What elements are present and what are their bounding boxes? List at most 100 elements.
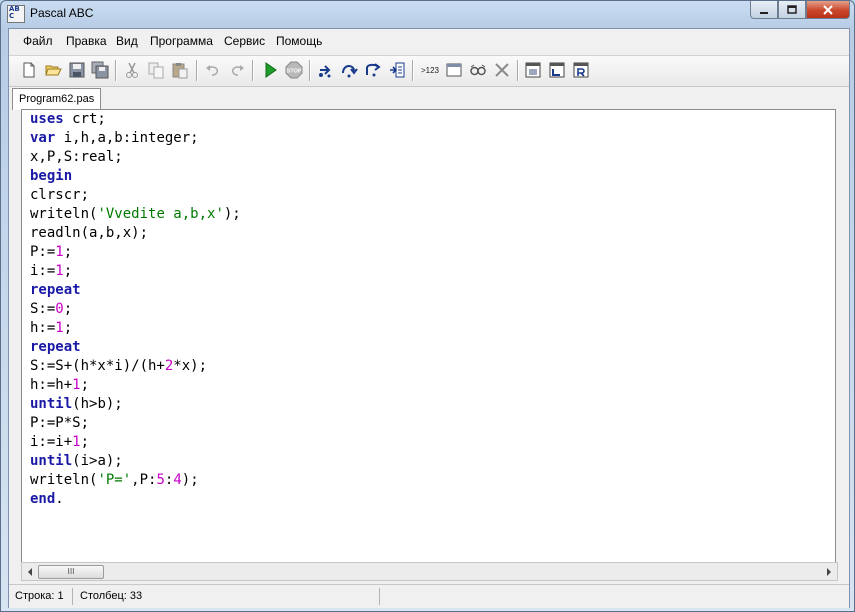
code-line[interactable]: S:=0;: [30, 300, 241, 319]
code-line[interactable]: readln(a,b,x);: [30, 224, 241, 243]
code-line[interactable]: clrscr;: [30, 186, 241, 205]
code-token: h:=: [30, 320, 56, 336]
scrollbar-thumb[interactable]: III: [38, 565, 104, 579]
redo-icon: [232, 65, 244, 76]
code-editor[interactable]: uses crt; var i,h,a,b:integer; x,P,S:real;…: [21, 109, 836, 564]
menu-view[interactable]: Вид: [116, 34, 138, 48]
code-token: P:=: [30, 244, 56, 260]
scroll-right-icon: [827, 567, 831, 576]
keyword-token: end: [30, 491, 56, 507]
code-token: S:=S+(h*x*i)/(h+: [30, 358, 165, 374]
maximize-icon: [787, 4, 797, 14]
toolbar: STOP >123: [9, 55, 849, 87]
code-line[interactable]: end.: [30, 490, 241, 509]
step-out-icon: [366, 63, 381, 77]
client-area: Файл Правка Вид Программа Сервис Помощь: [8, 28, 850, 608]
toolbar-separator: [517, 60, 519, 81]
menu-program[interactable]: Программа: [150, 34, 213, 48]
minimize-button[interactable]: [750, 1, 778, 19]
step-out-button[interactable]: [363, 60, 383, 80]
code-line[interactable]: var i,h,a,b:integer;: [30, 129, 241, 148]
code-line[interactable]: writeln('P=',P:5:4);: [30, 471, 241, 490]
cut-button[interactable]: [122, 60, 142, 80]
copy-button[interactable]: [146, 60, 166, 80]
code-line[interactable]: until(i>a);: [30, 452, 241, 471]
title-bar[interactable]: AB C Pascal ABC: [1, 1, 854, 27]
menu-service[interactable]: Сервис: [224, 34, 265, 48]
toolbar-separator: [115, 60, 117, 81]
step-into-icon: [319, 65, 331, 78]
menu-file[interactable]: Файл: [23, 34, 53, 48]
code-line[interactable]: repeat: [30, 338, 241, 357]
code-line[interactable]: writeln('Vvedite a,b,x');: [30, 205, 241, 224]
step-into-button[interactable]: [315, 60, 335, 80]
horizontal-scrollbar[interactable]: III: [21, 562, 838, 581]
keyword-token: uses: [30, 111, 64, 127]
code-line[interactable]: P:=1;: [30, 243, 241, 262]
code-line[interactable]: P:=P*S;: [30, 414, 241, 433]
locals-window-button[interactable]: [547, 60, 567, 80]
code-line[interactable]: S:=S+(h*x*i)/(h+2*x);: [30, 357, 241, 376]
code-line[interactable]: i:=i+1;: [30, 433, 241, 452]
code-token: ;: [80, 434, 90, 450]
code-line[interactable]: begin: [30, 167, 241, 186]
step-over-button[interactable]: [339, 60, 359, 80]
new-file-button[interactable]: [19, 60, 39, 80]
code-line[interactable]: uses crt;: [30, 110, 241, 129]
run-button[interactable]: [260, 60, 280, 80]
maximize-button[interactable]: [778, 1, 806, 19]
open-button[interactable]: [43, 60, 63, 80]
pascal-abc-app-icon[interactable]: AB C: [7, 5, 25, 23]
code-line[interactable]: until(h>b);: [30, 395, 241, 414]
new-file-icon: [23, 62, 35, 78]
scroll-left-button[interactable]: [22, 563, 38, 580]
code-line[interactable]: x,P,S:real;: [30, 148, 241, 167]
errors-window-button[interactable]: [571, 60, 591, 80]
keyword-token: begin: [30, 168, 73, 184]
run-to-cursor-button[interactable]: [387, 60, 407, 80]
watch-icon: [470, 64, 486, 76]
keyword-token: repeat: [30, 282, 81, 298]
number-token: 1: [55, 263, 64, 279]
save-all-button[interactable]: [90, 60, 110, 80]
close-button[interactable]: [806, 1, 850, 19]
code-line[interactable]: h:=h+1;: [30, 376, 241, 395]
cut-icon: [126, 62, 138, 78]
redo-button[interactable]: [227, 60, 247, 80]
menu-help[interactable]: Помощь: [276, 34, 322, 48]
keyword-token: var: [30, 130, 56, 146]
run-icon: [265, 62, 277, 78]
paste-button[interactable]: [170, 60, 190, 80]
clear-breakpoints-icon: [495, 63, 509, 77]
clear-breakpoints-button[interactable]: [492, 60, 512, 80]
tab-program62[interactable]: Program62.pas: [12, 88, 102, 110]
window-title: Pascal ABC: [30, 6, 94, 20]
output-window-icon: [446, 63, 462, 77]
save-button[interactable]: [67, 60, 87, 80]
scroll-right-button[interactable]: [821, 563, 837, 580]
number-token: 1: [72, 434, 81, 450]
evaluate-button[interactable]: >123: [418, 60, 442, 80]
evaluate-label: >123: [421, 66, 440, 75]
status-divider: [72, 588, 73, 605]
menu-edit[interactable]: Правка: [66, 34, 107, 48]
code-token: i,h,a,b:integer;: [55, 130, 199, 146]
stop-button[interactable]: STOP: [284, 60, 304, 80]
code-line[interactable]: repeat: [30, 281, 241, 300]
undo-button[interactable]: [203, 60, 223, 80]
code-line[interactable]: h:=1;: [30, 319, 241, 338]
watch-button[interactable]: [468, 60, 488, 80]
code-text[interactable]: uses crt; var i,h,a,b:integer; x,P,S:real;…: [30, 110, 241, 509]
code-line[interactable]: i:=1;: [30, 262, 241, 281]
toolbar-separator: [309, 60, 311, 81]
toolbar-separator: [412, 60, 414, 81]
code-token: ;: [63, 320, 73, 336]
code-token: .: [55, 491, 64, 507]
locals-window-icon: [549, 62, 565, 78]
output-window-button[interactable]: [444, 60, 464, 80]
string-token: 'P=': [97, 472, 132, 488]
code-token: (h>b);: [72, 396, 123, 412]
status-divider: [379, 588, 380, 605]
debug-window-button[interactable]: [523, 60, 543, 80]
save-all-icon: [91, 61, 109, 79]
